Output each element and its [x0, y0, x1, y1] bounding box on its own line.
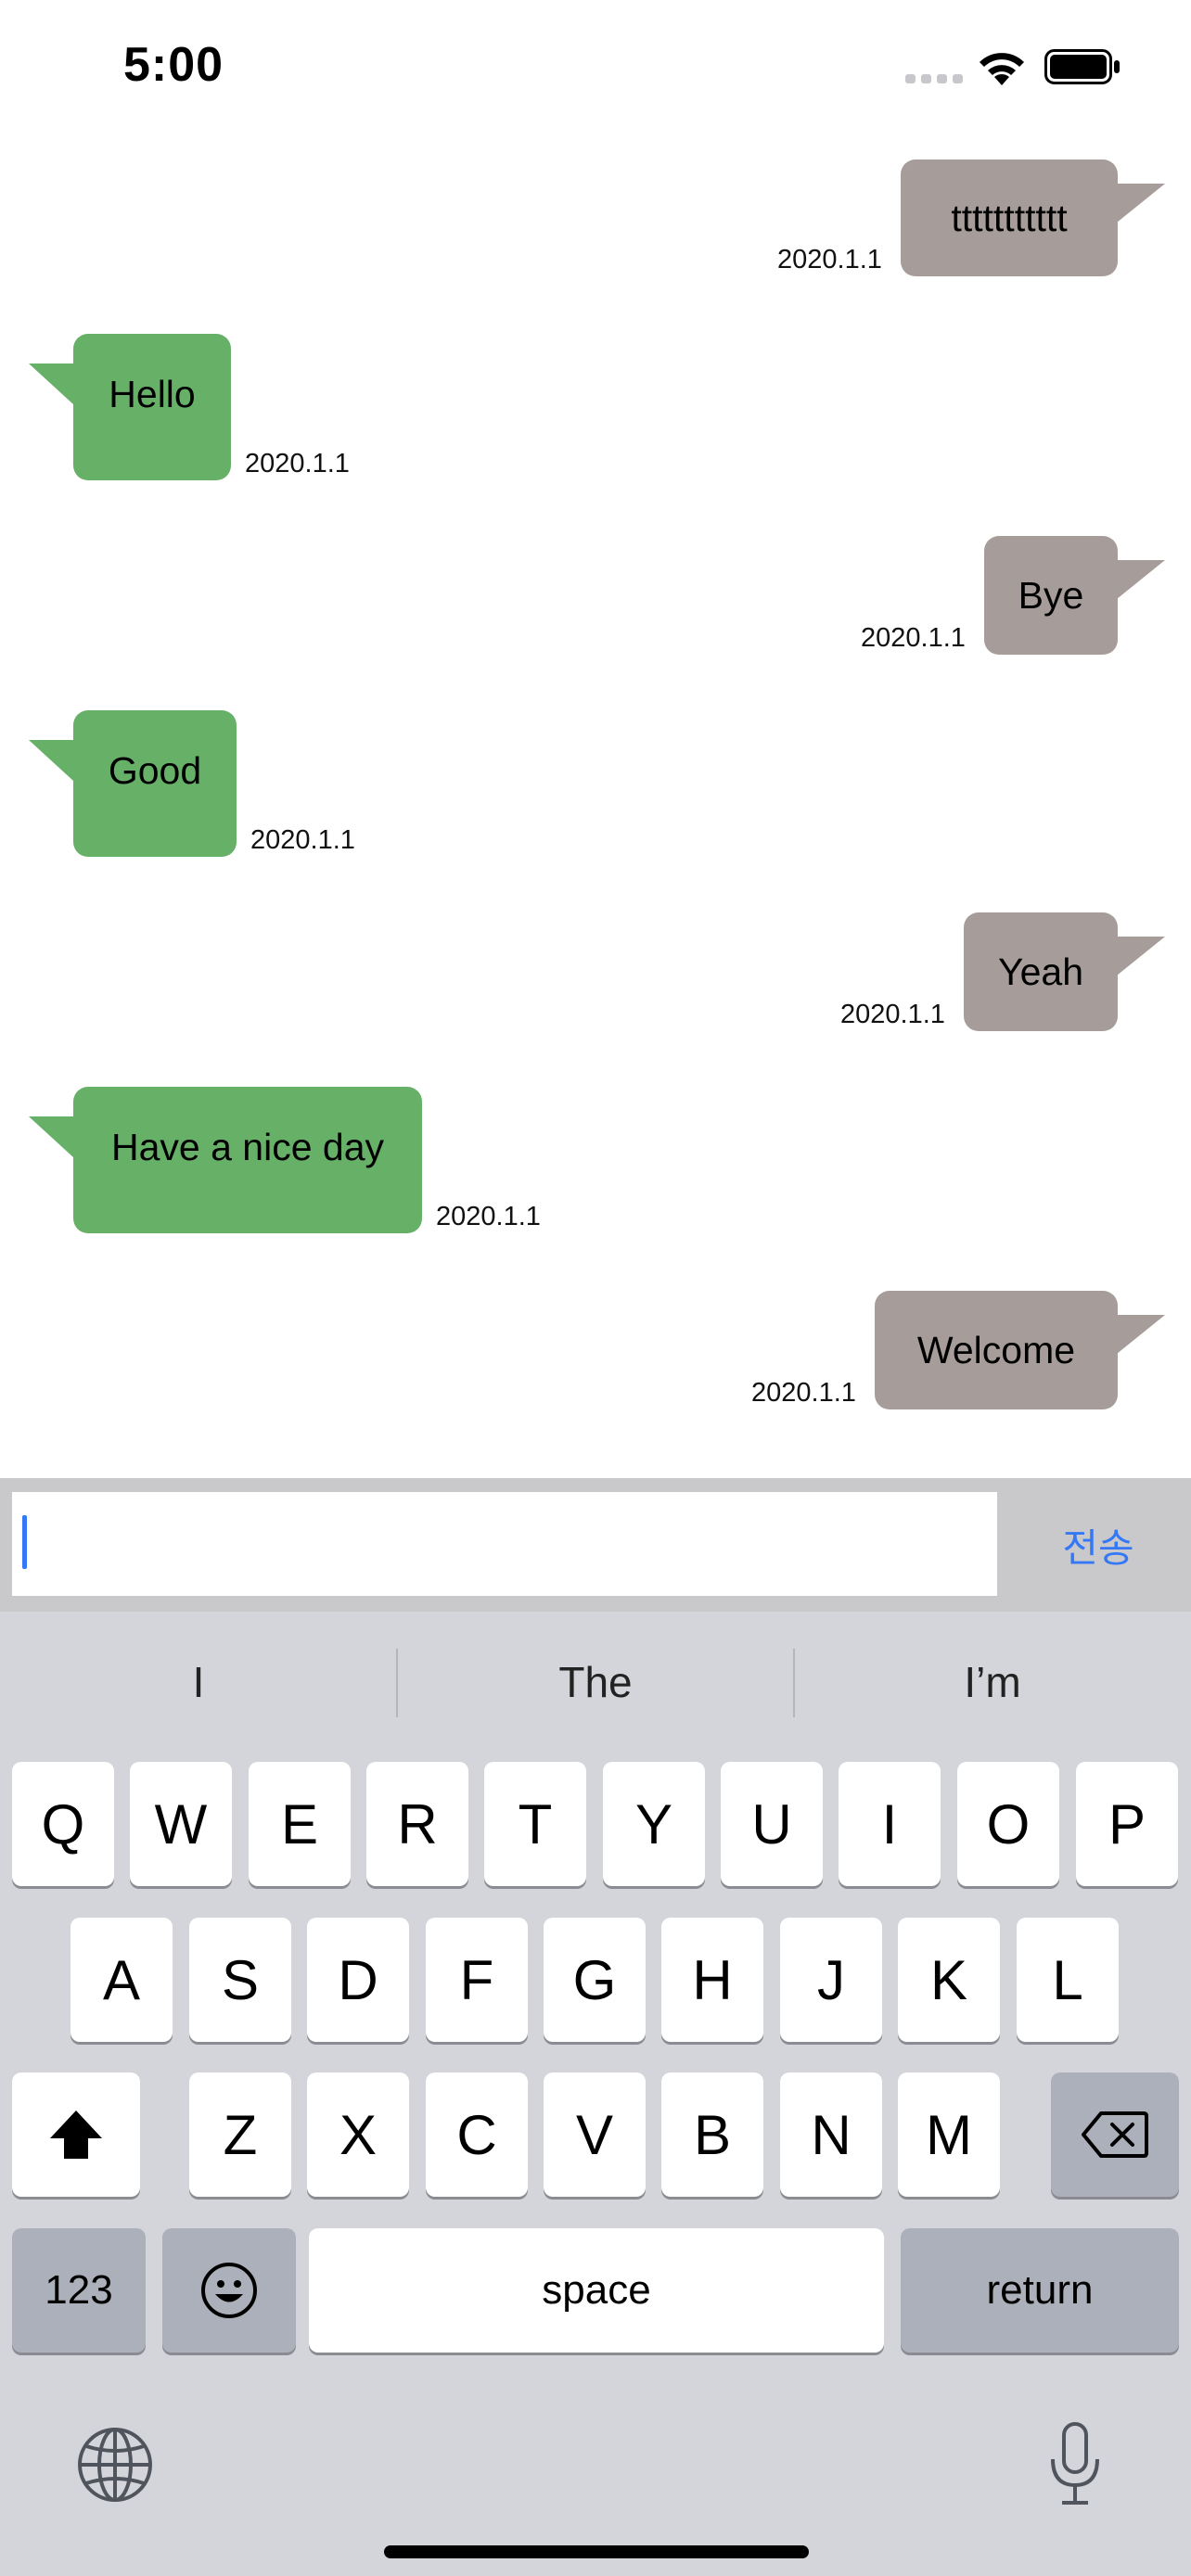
- key-r[interactable]: R: [366, 1762, 468, 1886]
- message-text: Welcome: [916, 1328, 1076, 1371]
- chat-message-list[interactable]: ttttttttttt 2020.1.1 Hello 2020.1.1 Bye …: [0, 139, 1191, 1478]
- bubble-tail: [1117, 937, 1165, 976]
- message-input-bar: 전송: [0, 1478, 1191, 1612]
- message-input[interactable]: [12, 1492, 997, 1596]
- message-text: ttttttttttt: [951, 196, 1068, 239]
- wifi-icon: [980, 53, 1024, 85]
- text-cursor: [22, 1515, 27, 1569]
- message-bubble[interactable]: Hello: [73, 334, 231, 480]
- message-bubble[interactable]: Good: [73, 710, 237, 857]
- message-bubble[interactable]: Welcome: [875, 1291, 1118, 1409]
- bubble-tail: [29, 1116, 73, 1157]
- key-s[interactable]: S: [189, 1918, 291, 2042]
- key-o[interactable]: O: [957, 1762, 1059, 1886]
- globe-icon[interactable]: [76, 2426, 154, 2504]
- key-b[interactable]: B: [661, 2072, 763, 2197]
- numbers-key[interactable]: 123: [12, 2228, 146, 2353]
- suggestion-item[interactable]: I: [0, 1645, 397, 1719]
- message-timestamp: 2020.1.1: [250, 825, 355, 855]
- message-timestamp: 2020.1.1: [777, 245, 882, 274]
- key-j[interactable]: J: [780, 1918, 882, 2042]
- shift-icon: [50, 2111, 102, 2159]
- microphone-icon[interactable]: [1046, 2420, 1104, 2507]
- return-key[interactable]: return: [901, 2228, 1179, 2353]
- key-c[interactable]: C: [426, 2072, 528, 2197]
- key-h[interactable]: H: [661, 1918, 763, 2042]
- message-bubble[interactable]: Have a nice day: [73, 1087, 422, 1233]
- backspace-icon: [1082, 2111, 1148, 2158]
- key-z[interactable]: Z: [189, 2072, 291, 2197]
- key-y[interactable]: Y: [603, 1762, 705, 1886]
- message-bubble[interactable]: Bye: [984, 536, 1118, 655]
- bubble-tail: [1117, 184, 1165, 223]
- key-i[interactable]: I: [839, 1762, 941, 1886]
- status-bar: 5:00: [0, 0, 1191, 139]
- bubble-tail: [29, 363, 73, 404]
- message-timestamp: 2020.1.1: [245, 449, 350, 478]
- key-m[interactable]: M: [898, 2072, 1000, 2197]
- key-w[interactable]: W: [130, 1762, 232, 1886]
- emoji-key[interactable]: [162, 2228, 296, 2353]
- key-p[interactable]: P: [1076, 1762, 1178, 1886]
- message-bubble[interactable]: ttttttttttt: [901, 159, 1118, 276]
- key-x[interactable]: X: [307, 2072, 409, 2197]
- key-d[interactable]: D: [307, 1918, 409, 2042]
- space-key[interactable]: space: [309, 2228, 884, 2353]
- message-timestamp: 2020.1.1: [751, 1378, 856, 1408]
- message-text: Have a nice day: [110, 1125, 384, 1168]
- message-timestamp: 2020.1.1: [861, 623, 966, 653]
- message-text: Good: [108, 748, 202, 792]
- bubble-tail: [1117, 1315, 1165, 1354]
- status-time: 5:00: [123, 38, 224, 92]
- emoji-icon: [201, 2263, 257, 2318]
- bubble-tail: [1117, 560, 1165, 599]
- bubble-tail: [29, 740, 73, 781]
- suggestion-item[interactable]: The: [397, 1645, 794, 1719]
- cellular-signal-icon: [905, 74, 963, 83]
- delete-key[interactable]: [1051, 2072, 1179, 2197]
- message-bubble[interactable]: Yeah: [964, 912, 1118, 1031]
- key-t[interactable]: T: [484, 1762, 586, 1886]
- battery-icon: [1044, 49, 1120, 84]
- key-k[interactable]: K: [898, 1918, 1000, 2042]
- shift-key[interactable]: [12, 2072, 140, 2197]
- message-text: Yeah: [998, 950, 1083, 993]
- send-button[interactable]: 전송: [1017, 1478, 1180, 1612]
- message-text: Hello: [109, 372, 196, 415]
- key-u[interactable]: U: [721, 1762, 823, 1886]
- predictive-suggestions-bar: I The I’m: [0, 1612, 1191, 1760]
- key-g[interactable]: G: [544, 1918, 646, 2042]
- key-q[interactable]: Q: [12, 1762, 114, 1886]
- key-a[interactable]: A: [70, 1918, 173, 2042]
- home-indicator: [384, 2545, 809, 2558]
- message-timestamp: 2020.1.1: [840, 1000, 945, 1029]
- key-n[interactable]: N: [780, 2072, 882, 2197]
- key-l[interactable]: L: [1017, 1918, 1119, 2042]
- suggestion-item[interactable]: I’m: [794, 1645, 1191, 1719]
- message-timestamp: 2020.1.1: [436, 1202, 541, 1231]
- key-f[interactable]: F: [426, 1918, 528, 2042]
- key-v[interactable]: V: [544, 2072, 646, 2197]
- keyboard: I The I’m Q W E R T Y U I O P A S D F G …: [0, 1612, 1191, 2576]
- key-e[interactable]: E: [249, 1762, 351, 1886]
- message-text: Bye: [1018, 573, 1084, 617]
